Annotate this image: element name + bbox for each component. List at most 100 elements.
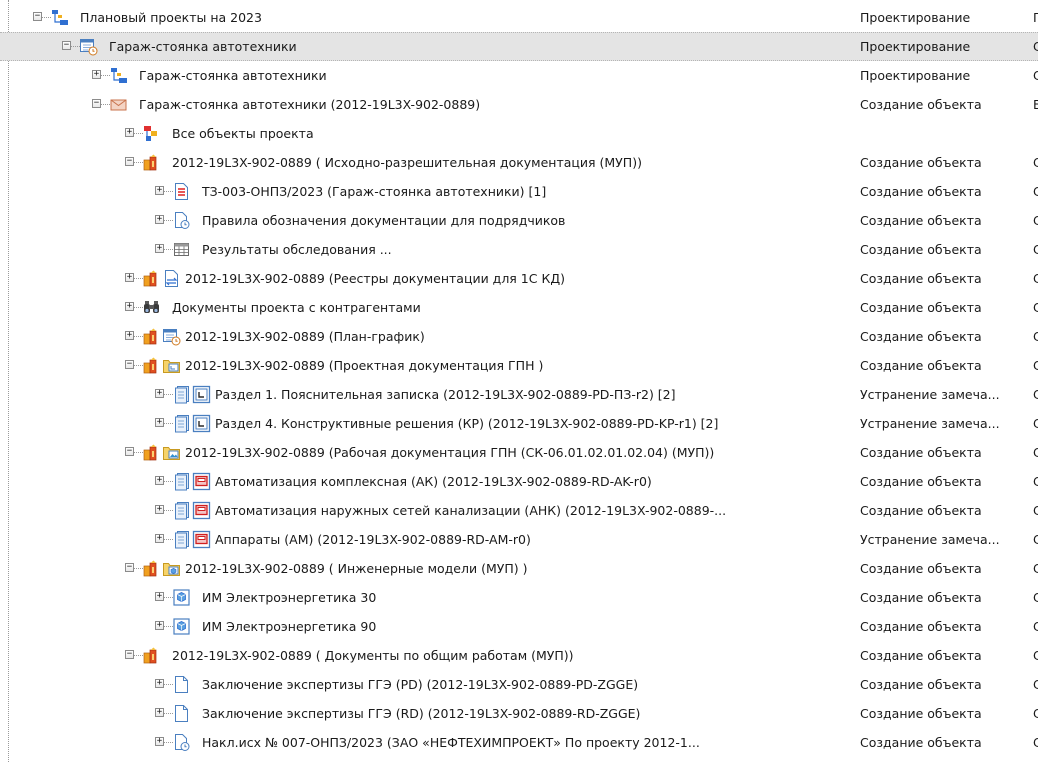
calendar-clock-icon [162, 327, 181, 346]
tree-node-label: Автоматизация комплексная (АК) (2012-19L… [215, 474, 652, 489]
status-cell: Создание объекта [860, 590, 982, 605]
tree-row[interactable]: + Документы проекта с контрагентами Создан… [0, 293, 1038, 322]
tree-node-label: Раздел 4. Конструктивные решения (КР) (2… [215, 416, 719, 431]
tree-row[interactable]: + Раздел 4. Конструктивные решения (КР) (… [0, 409, 1038, 438]
folder-model-icon [162, 559, 181, 578]
tree-node-label: Правила обозначения документации для под… [202, 213, 566, 228]
expand-toggle[interactable]: + [155, 737, 164, 746]
status-cell: Устранение замеча... [860, 532, 1000, 547]
tree-node-label: Заключение экспертизы ГГЭ (RD) (2012-19L… [202, 706, 641, 721]
model-3d-icon [172, 588, 191, 607]
expand-toggle[interactable]: + [155, 418, 164, 427]
tree-row[interactable]: + Заключение экспертизы ГГЭ (PD) (2012-19… [0, 670, 1038, 699]
status-cell: Создание объекта [860, 706, 982, 721]
expand-toggle[interactable]: + [155, 621, 164, 630]
collapse-toggle[interactable]: − [125, 157, 134, 166]
tree-row[interactable]: − Гараж-стоянка автотехники Проектирование… [0, 32, 1038, 61]
next-column-cell: С [1033, 648, 1038, 663]
expand-toggle[interactable]: + [155, 505, 164, 514]
expand-toggle[interactable]: + [155, 592, 164, 601]
tree-row[interactable]: − 2012-19L3X-902-0889 ( Инженерные модели… [0, 554, 1038, 583]
blank-document-icon [172, 675, 191, 694]
expand-toggle[interactable]: + [155, 215, 164, 224]
expand-toggle[interactable]: + [155, 534, 164, 543]
expand-toggle[interactable]: + [155, 244, 164, 253]
tree-node-label: Гараж-стоянка автотехники [139, 68, 327, 83]
project-tree[interactable]: − Плановый проекты на 2023 Проектирование П… [0, 0, 1038, 762]
collapse-toggle[interactable]: − [92, 99, 101, 108]
status-cell: Создание объекта [860, 358, 982, 373]
expand-toggle[interactable]: + [155, 679, 164, 688]
expand-toggle[interactable]: + [155, 389, 164, 398]
status-cell: Проектирование [860, 68, 971, 83]
document-stack-icon [172, 472, 191, 491]
next-column-cell: С [1033, 590, 1038, 605]
expand-toggle[interactable]: + [155, 186, 164, 195]
status-cell: Устранение замеча... [860, 387, 1000, 402]
document-clock-icon [172, 211, 191, 230]
tree-row[interactable]: +2012-19L3X-902-0889 (Реестры документац… [0, 264, 1038, 293]
package-icon [142, 646, 161, 665]
status-cell: Создание объекта [860, 271, 982, 286]
tree-row[interactable]: + Аппараты (АМ) (2012-19L3X-902-0889-RD-A… [0, 525, 1038, 554]
tree-row[interactable]: − Гараж-стоянка автотехники (2012-19L3X-9… [0, 90, 1038, 119]
expand-toggle[interactable]: + [92, 70, 101, 79]
next-column-cell: С [1033, 619, 1038, 634]
tree-node-label: Раздел 1. Пояснительная записка (2012-19… [215, 387, 676, 402]
tree-row[interactable]: + Раздел 1. Пояснительная записка (2012-1… [0, 380, 1038, 409]
document-stack-icon [172, 501, 191, 520]
next-column-cell: С [1033, 300, 1038, 315]
expand-toggle[interactable]: + [125, 331, 134, 340]
next-column-cell: С [1033, 503, 1038, 518]
document-stack-icon [172, 414, 191, 433]
document-stack-icon [172, 530, 191, 549]
collapse-toggle[interactable]: − [33, 12, 42, 21]
tree-row[interactable]: + ТЗ-003-ОНПЗ/2023 (Гараж-стоянка автотех… [0, 177, 1038, 206]
tree-row[interactable]: + ИМ Электроэнергетика 90 Создание объекта… [0, 612, 1038, 641]
next-column-cell: В [1033, 97, 1038, 112]
expand-toggle[interactable]: + [155, 476, 164, 485]
collapse-toggle[interactable]: − [125, 447, 134, 456]
tree-row[interactable]: + ИМ Электроэнергетика 30 Создание объекта… [0, 583, 1038, 612]
tree-row[interactable]: + Результаты обследования ... Создание объ… [0, 235, 1038, 264]
tree-node-label: ИМ Электроэнергетика 30 [202, 590, 377, 605]
package-icon [142, 443, 161, 462]
tree-row[interactable]: − 2012-19L3X-902-0889 (Проектная документ… [0, 351, 1038, 380]
tree-row[interactable]: − 2012-19L3X-902-0889 ( Документы по общи… [0, 641, 1038, 670]
tree-row[interactable]: − Плановый проекты на 2023 Проектирование П [0, 3, 1038, 32]
status-cell: Создание объекта [860, 213, 982, 228]
status-cell: Создание объекта [860, 619, 982, 634]
collapse-toggle[interactable]: − [62, 41, 71, 50]
folder-image-icon [162, 443, 181, 462]
tree-row[interactable]: + Автоматизация комплексная (АК) (2012-19… [0, 467, 1038, 496]
next-column-cell: С [1033, 271, 1038, 286]
status-cell: Создание объекта [860, 677, 982, 692]
red-frame-icon [192, 472, 211, 491]
tree-row[interactable]: + Накл.исх № 007-ОНПЗ/2023 (ЗАО «НЕФТЕХИМ… [0, 728, 1038, 757]
tree-node-label: ИМ Электроэнергетика 90 [202, 619, 377, 634]
tree-node-label: Плановый проекты на 2023 [80, 10, 262, 25]
expand-toggle[interactable]: + [155, 708, 164, 717]
expand-toggle[interactable]: + [125, 302, 134, 311]
expand-toggle[interactable]: + [125, 128, 134, 137]
collapse-toggle[interactable]: − [125, 650, 134, 659]
tree-row[interactable]: + Правила обозначения документации для по… [0, 206, 1038, 235]
next-column-cell: С [1033, 184, 1038, 199]
status-cell: Устранение замеча... [860, 416, 1000, 431]
tree-node-label: Гараж-стоянка автотехники (2012-19L3X-90… [139, 97, 481, 112]
tree-row[interactable]: − 2012-19L3X-902-0889 (Рабочая документац… [0, 438, 1038, 467]
tree-node-label: 2012-19L3X-902-0889 (Рабочая документаци… [185, 445, 715, 460]
collapse-toggle[interactable]: − [125, 360, 134, 369]
status-cell: Создание объекта [860, 97, 982, 112]
expand-toggle[interactable]: + [125, 273, 134, 282]
tree-row[interactable]: + Все объекты проекта [0, 119, 1038, 148]
tree-row[interactable]: + Гараж-стоянка автотехники Проектирование… [0, 61, 1038, 90]
tree-row[interactable]: +2012-19L3X-902-0889 (План-график) Создан… [0, 322, 1038, 351]
project-plan-icon [109, 66, 128, 85]
tree-row[interactable]: + Автоматизация наружных сетей канализаци… [0, 496, 1038, 525]
tree-connector [71, 46, 80, 47]
collapse-toggle[interactable]: − [125, 563, 134, 572]
registry-sync-icon [162, 269, 181, 288]
tree-row[interactable]: − 2012-19L3X-902-0889 ( Исходно-разрешите… [0, 148, 1038, 177]
tree-row[interactable]: + Заключение экспертизы ГГЭ (RD) (2012-19… [0, 699, 1038, 728]
